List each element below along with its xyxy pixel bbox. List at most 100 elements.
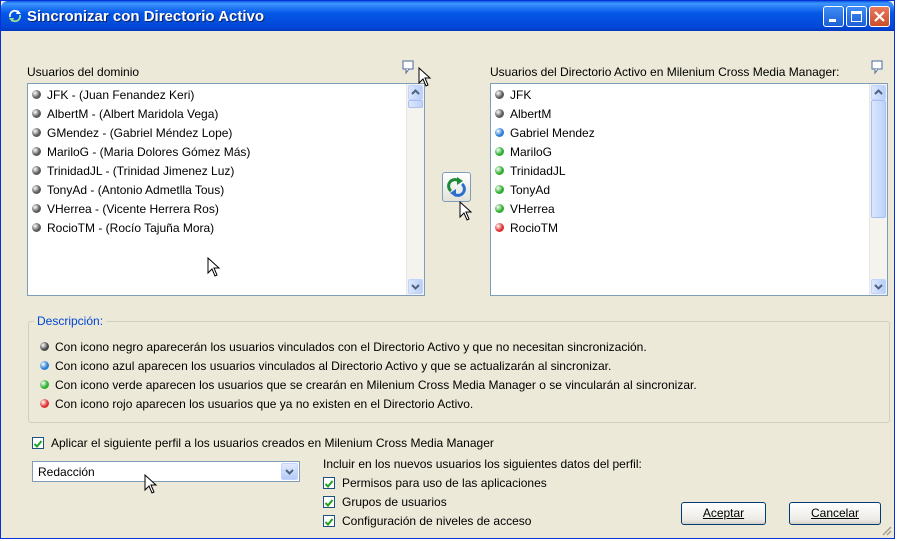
status-dot-icon bbox=[32, 204, 41, 214]
list-item-label: TonyAd bbox=[510, 183, 551, 197]
status-dot-icon bbox=[32, 109, 41, 119]
status-dot-icon bbox=[40, 342, 49, 352]
scroll-thumb[interactable] bbox=[408, 100, 423, 108]
list-item[interactable]: RocioTM - (Rocío Tajuña Mora) bbox=[32, 219, 214, 237]
list-item-label: RocioTM - (Rocío Tajuña Mora) bbox=[47, 221, 215, 235]
description-text: Con icono azul aparecen los usuarios vin… bbox=[55, 359, 612, 373]
ad-users-list[interactable]: JFK AlbertM Gabriel Mendez MariloG TrinidadJ… bbox=[490, 83, 888, 296]
list-item[interactable]: TonyAd bbox=[495, 181, 550, 199]
status-dot-icon bbox=[32, 223, 41, 233]
status-dot-icon bbox=[32, 128, 41, 138]
accept-button[interactable]: Aceptar bbox=[681, 502, 766, 525]
ad-users-label: Usuarios del Directorio Activo en Mileni… bbox=[490, 65, 840, 79]
title-bar[interactable]: Sincronizar con Directorio Activo bbox=[1, 1, 894, 31]
refresh-list-icon[interactable] bbox=[401, 59, 417, 75]
list-item[interactable]: VHerrea - (Vicente Herrera Ros) bbox=[32, 200, 219, 218]
list-item-label: AlbertM bbox=[510, 107, 552, 121]
list-item[interactable]: RocioTM bbox=[495, 219, 558, 237]
scroll-thumb[interactable] bbox=[871, 100, 886, 218]
sync-button[interactable] bbox=[442, 172, 471, 202]
list-item-label: GMendez - (Gabriel Méndez Lope) bbox=[47, 126, 233, 140]
mouse-cursor-icon bbox=[459, 200, 475, 223]
description-line: Con icono verde aparecen los usuarios qu… bbox=[40, 378, 697, 392]
domain-users-list[interactable]: JFK - (Juan Fenandez Keri) AlbertM - (Alb… bbox=[27, 83, 425, 296]
list-item[interactable]: JFK bbox=[495, 86, 531, 104]
profile-option-checkbox[interactable] bbox=[323, 515, 335, 527]
list-item-label: MariloG bbox=[510, 145, 553, 159]
status-dot-icon bbox=[32, 166, 41, 176]
status-dot-icon bbox=[40, 380, 49, 390]
status-dot-icon bbox=[40, 399, 49, 409]
profile-option-checkbox[interactable] bbox=[323, 477, 335, 489]
status-dot-icon bbox=[495, 90, 504, 100]
chevron-down-icon[interactable] bbox=[281, 463, 298, 480]
status-dot-icon bbox=[495, 166, 504, 176]
resize-grip-icon[interactable] bbox=[880, 524, 892, 536]
ad-users-scrollbar[interactable] bbox=[869, 84, 887, 295]
scroll-down-button[interactable] bbox=[408, 279, 423, 294]
description-line: Con icono negro aparecerán los usuarios … bbox=[40, 340, 647, 354]
list-item-label: Gabriel Mendez bbox=[510, 126, 595, 140]
minimize-button[interactable] bbox=[823, 6, 844, 27]
sync-app-icon bbox=[7, 8, 23, 24]
list-item-label: MariloG - (Maria Dolores Gómez Más) bbox=[47, 145, 251, 159]
list-item[interactable]: TonyAd - (Antonio Admetlla Tous) bbox=[32, 181, 224, 199]
accept-button-label: Aceptar bbox=[702, 506, 745, 520]
apply-profile-checkbox[interactable] bbox=[32, 437, 44, 449]
refresh-list-icon[interactable] bbox=[870, 59, 886, 75]
maximize-button[interactable] bbox=[846, 6, 867, 27]
cancel-button-label: Cancelar bbox=[810, 506, 860, 520]
domain-users-scrollbar[interactable] bbox=[406, 84, 424, 295]
dialog-window: Sincronizar con Directorio Activo Usuari… bbox=[0, 0, 895, 539]
scroll-down-button[interactable] bbox=[871, 279, 886, 294]
profile-option-label: Grupos de usuarios bbox=[342, 495, 447, 509]
status-dot-icon bbox=[495, 223, 504, 233]
profile-option-label: Configuración de niveles de acceso bbox=[342, 514, 532, 528]
list-item[interactable]: Gabriel Mendez bbox=[495, 124, 595, 142]
description-text: Con icono rojo aparecen los usuarios que… bbox=[55, 397, 474, 411]
mouse-cursor-icon bbox=[144, 473, 160, 496]
list-item[interactable]: TrinidadJL bbox=[495, 162, 566, 180]
list-item[interactable]: MariloG bbox=[495, 143, 552, 161]
status-dot-icon bbox=[40, 361, 49, 371]
list-item-label: VHerrea - (Vicente Herrera Ros) bbox=[47, 202, 219, 216]
list-item-label: TonyAd - (Antonio Admetlla Tous) bbox=[47, 183, 225, 197]
list-item[interactable]: VHerrea bbox=[495, 200, 555, 218]
list-item[interactable]: MariloG - (Maria Dolores Gómez Más) bbox=[32, 143, 250, 161]
profile-option-checkbox[interactable] bbox=[323, 496, 335, 508]
close-button[interactable] bbox=[869, 6, 890, 27]
profile-select[interactable]: Redacción bbox=[32, 461, 300, 482]
mouse-cursor-icon bbox=[418, 66, 434, 89]
description-text: Con icono negro aparecerán los usuarios … bbox=[55, 340, 647, 354]
status-dot-icon bbox=[495, 147, 504, 157]
list-item-label: TrinidadJL - (Trinidad Jimenez Luz) bbox=[47, 164, 235, 178]
list-item-label: JFK - (Juan Fenandez Keri) bbox=[47, 88, 195, 102]
status-dot-icon bbox=[32, 147, 41, 157]
status-dot-icon bbox=[495, 128, 504, 138]
scroll-up-button[interactable] bbox=[871, 85, 886, 100]
status-dot-icon bbox=[495, 109, 504, 119]
include-data-label: Incluir en los nuevos usuarios los sigui… bbox=[323, 457, 642, 471]
list-item-label: RocioTM bbox=[510, 221, 559, 235]
cancel-button[interactable]: Cancelar bbox=[789, 502, 881, 525]
status-dot-icon bbox=[32, 90, 41, 100]
list-item[interactable]: TrinidadJL - (Trinidad Jimenez Luz) bbox=[32, 162, 234, 180]
domain-users-label: Usuarios del dominio bbox=[27, 65, 140, 79]
apply-profile-label: Aplicar el siguiente perfil a los usuari… bbox=[51, 436, 494, 450]
mouse-cursor-icon bbox=[207, 256, 223, 279]
list-item-label: JFK bbox=[510, 88, 532, 102]
list-item[interactable]: AlbertM - (Albert Maridola Vega) bbox=[32, 105, 218, 123]
profile-option-label: Permisos para uso de las aplicaciones bbox=[342, 476, 547, 490]
list-item[interactable]: GMendez - (Gabriel Méndez Lope) bbox=[32, 124, 232, 142]
list-item[interactable]: JFK - (Juan Fenandez Keri) bbox=[32, 86, 194, 104]
status-dot-icon bbox=[495, 204, 504, 214]
list-item[interactable]: AlbertM bbox=[495, 105, 551, 123]
description-line: Con icono azul aparecen los usuarios vin… bbox=[40, 359, 611, 373]
description-text: Con icono verde aparecen los usuarios qu… bbox=[55, 378, 697, 392]
status-dot-icon bbox=[495, 185, 504, 195]
profile-select-value: Redacción bbox=[38, 465, 95, 479]
list-item-label: VHerrea bbox=[510, 202, 555, 216]
description-line: Con icono rojo aparecen los usuarios que… bbox=[40, 397, 473, 411]
list-item-label: TrinidadJL bbox=[510, 164, 566, 178]
window-title: Sincronizar con Directorio Activo bbox=[27, 8, 264, 25]
